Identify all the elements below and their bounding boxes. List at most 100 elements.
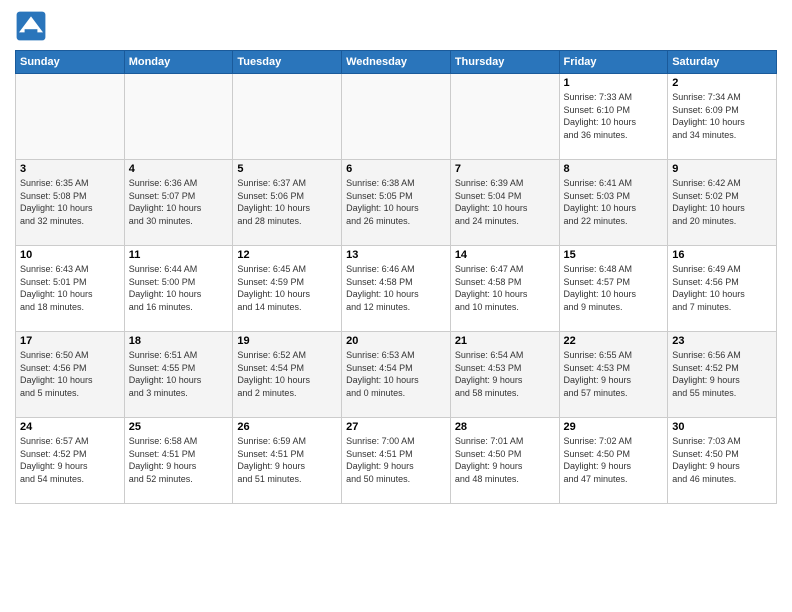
calendar-cell: 6Sunrise: 6:38 AMSunset: 5:05 PMDaylight… (342, 160, 451, 246)
cell-content-line: Sunset: 4:50 PM (672, 448, 772, 461)
cell-content-line: Daylight: 10 hours (564, 288, 664, 301)
day-number: 10 (20, 249, 120, 261)
cell-content-line: Sunset: 4:50 PM (455, 448, 555, 461)
cell-content-line: and 47 minutes. (564, 473, 664, 486)
cell-content-line: Sunrise: 6:52 AM (237, 349, 337, 362)
cell-content-line: Daylight: 10 hours (237, 288, 337, 301)
cell-content-line: and 2 minutes. (237, 387, 337, 400)
cell-content-line: Sunset: 4:58 PM (455, 276, 555, 289)
cell-content-line: Sunset: 5:08 PM (20, 190, 120, 203)
calendar-cell: 23Sunrise: 6:56 AMSunset: 4:52 PMDayligh… (668, 332, 777, 418)
cell-content-line: Daylight: 10 hours (346, 288, 446, 301)
cell-content-line: Daylight: 9 hours (129, 460, 229, 473)
day-number: 16 (672, 249, 772, 261)
day-number: 1 (564, 77, 664, 89)
cell-content-line: Daylight: 10 hours (237, 374, 337, 387)
day-number: 14 (455, 249, 555, 261)
cell-content-line: and 51 minutes. (237, 473, 337, 486)
cell-content-line: Sunset: 4:58 PM (346, 276, 446, 289)
cell-content-line: Daylight: 9 hours (346, 460, 446, 473)
cell-content-line: Sunset: 4:55 PM (129, 362, 229, 375)
cell-content-line: Sunrise: 6:59 AM (237, 435, 337, 448)
weekday-header-row: SundayMondayTuesdayWednesdayThursdayFrid… (16, 51, 777, 74)
cell-content-line: and 50 minutes. (346, 473, 446, 486)
cell-content-line: Sunset: 5:05 PM (346, 190, 446, 203)
cell-content-line: Daylight: 10 hours (237, 202, 337, 215)
weekday-header-monday: Monday (124, 51, 233, 74)
cell-content-line: and 22 minutes. (564, 215, 664, 228)
day-number: 23 (672, 335, 772, 347)
cell-content-line: and 34 minutes. (672, 129, 772, 142)
cell-content-line: Sunrise: 7:01 AM (455, 435, 555, 448)
week-row-4: 17Sunrise: 6:50 AMSunset: 4:56 PMDayligh… (16, 332, 777, 418)
calendar-cell (16, 74, 125, 160)
calendar-cell (124, 74, 233, 160)
day-number: 5 (237, 163, 337, 175)
cell-content-line: Daylight: 10 hours (129, 202, 229, 215)
day-number: 15 (564, 249, 664, 261)
day-number: 18 (129, 335, 229, 347)
day-number: 8 (564, 163, 664, 175)
day-number: 19 (237, 335, 337, 347)
cell-content-line: and 10 minutes. (455, 301, 555, 314)
calendar-cell: 5Sunrise: 6:37 AMSunset: 5:06 PMDaylight… (233, 160, 342, 246)
logo-icon (15, 10, 47, 42)
cell-content-line: Sunset: 5:06 PM (237, 190, 337, 203)
cell-content-line: Sunrise: 6:41 AM (564, 177, 664, 190)
cell-content-line: Daylight: 9 hours (20, 460, 120, 473)
calendar-cell: 29 Sunrise: 7:02 AMSunset: 4:50 PMDayligh… (559, 418, 668, 504)
day-number: 26 (237, 421, 337, 433)
cell-content-line: and 7 minutes. (672, 301, 772, 314)
calendar-cell: 30Sunrise: 7:03 AMSunset: 4:50 PMDayligh… (668, 418, 777, 504)
cell-content-line: Sunset: 5:03 PM (564, 190, 664, 203)
cell-content-line: Sunrise: 6:55 AM (564, 349, 664, 362)
cell-content-line: Sunrise: 6:43 AM (20, 263, 120, 276)
day-number: 2 (672, 77, 772, 89)
cell-content-line: and 12 minutes. (346, 301, 446, 314)
cell-content-line: Sunset: 4:51 PM (237, 448, 337, 461)
calendar-cell: 21Sunrise: 6:54 AMSunset: 4:53 PMDayligh… (450, 332, 559, 418)
cell-content-line: Daylight: 10 hours (346, 374, 446, 387)
cell-content-line: Daylight: 9 hours (564, 374, 664, 387)
cell-content-line: Sunrise: 6:38 AM (346, 177, 446, 190)
cell-content-line: and 58 minutes. (455, 387, 555, 400)
cell-content-line: Sunset: 5:07 PM (129, 190, 229, 203)
cell-content-line: Daylight: 10 hours (455, 202, 555, 215)
cell-content-line: Sunrise: 7:34 AM (672, 91, 772, 104)
weekday-header-friday: Friday (559, 51, 668, 74)
day-number: 9 (672, 163, 772, 175)
calendar-cell: 19Sunrise: 6:52 AMSunset: 4:54 PMDayligh… (233, 332, 342, 418)
cell-content-line: Sunrise: 6:39 AM (455, 177, 555, 190)
calendar-cell: 28Sunrise: 7:01 AMSunset: 4:50 PMDayligh… (450, 418, 559, 504)
day-number: 11 (129, 249, 229, 261)
cell-content-line: Sunrise: 7:02 AM (564, 435, 664, 448)
cell-content-line: and 54 minutes. (20, 473, 120, 486)
cell-content-line: Daylight: 9 hours (564, 460, 664, 473)
cell-content-line: and 5 minutes. (20, 387, 120, 400)
cell-content-line: Daylight: 10 hours (129, 288, 229, 301)
calendar-cell: 12Sunrise: 6:45 AMSunset: 4:59 PMDayligh… (233, 246, 342, 332)
day-number: 29 (564, 421, 664, 433)
calendar-cell: 1Sunrise: 7:33 AMSunset: 6:10 PMDaylight… (559, 74, 668, 160)
cell-content-line: Sunset: 4:56 PM (672, 276, 772, 289)
cell-content-line: Sunrise: 6:36 AM (129, 177, 229, 190)
cell-content-line: Sunrise: 6:51 AM (129, 349, 229, 362)
weekday-header-tuesday: Tuesday (233, 51, 342, 74)
cell-content-line: Sunrise: 6:42 AM (672, 177, 772, 190)
cell-content-line: Sunset: 4:56 PM (20, 362, 120, 375)
week-row-2: 3Sunrise: 6:35 AMSunset: 5:08 PMDaylight… (16, 160, 777, 246)
cell-content-line: Sunrise: 6:50 AM (20, 349, 120, 362)
cell-content-line: Sunrise: 6:49 AM (672, 263, 772, 276)
weekday-header-wednesday: Wednesday (342, 51, 451, 74)
cell-content-line: Daylight: 9 hours (237, 460, 337, 473)
cell-content-line: and 28 minutes. (237, 215, 337, 228)
day-number: 25 (129, 421, 229, 433)
logo (15, 10, 51, 42)
cell-content-line: Sunset: 4:50 PM (564, 448, 664, 461)
page: SundayMondayTuesdayWednesdayThursdayFrid… (0, 0, 792, 612)
cell-content-line: Daylight: 10 hours (564, 202, 664, 215)
cell-content-line: and 46 minutes. (672, 473, 772, 486)
weekday-header-sunday: Sunday (16, 51, 125, 74)
cell-content-line: Sunset: 6:10 PM (564, 104, 664, 117)
cell-content-line: and 9 minutes. (564, 301, 664, 314)
